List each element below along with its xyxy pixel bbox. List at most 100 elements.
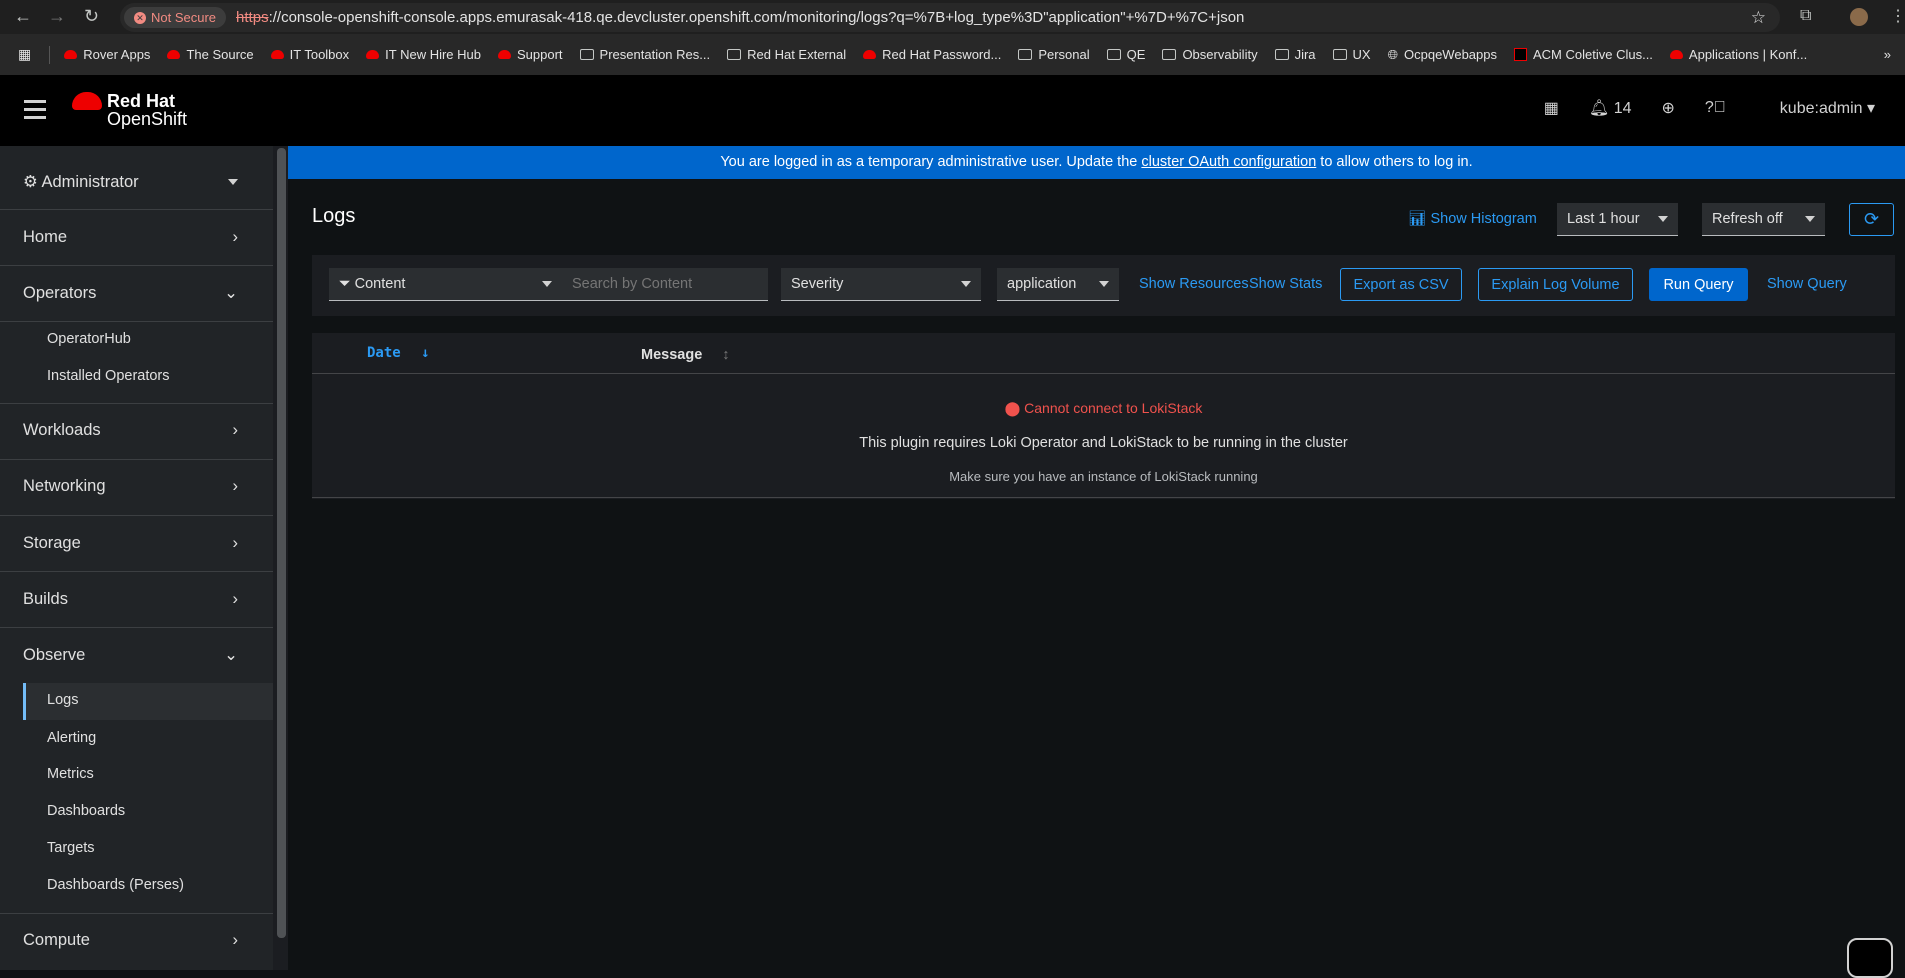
menu-icon[interactable]: ⋮ <box>1890 6 1905 26</box>
reload-icon[interactable]: ↻ <box>84 6 99 27</box>
hamburger-menu-icon[interactable] <box>24 100 46 119</box>
chevron-right-icon: › <box>232 589 239 608</box>
folder-icon <box>727 49 742 60</box>
bookmark[interactable]: Red Hat External <box>727 47 846 63</box>
divider <box>0 515 273 516</box>
filter-attribute-select[interactable]: ⏷ Content <box>329 268 562 301</box>
warning-icon: ✕ <box>134 11 146 24</box>
show-stats-link[interactable]: Show Stats <box>1249 276 1322 292</box>
sidebar-subitem[interactable]: Metrics <box>47 766 94 782</box>
divider <box>0 459 273 460</box>
bookmark[interactable]: Presentation Res... <box>579 47 710 63</box>
folder-icon <box>1106 49 1121 60</box>
divider <box>0 321 273 322</box>
bookmark[interactable]: Observability <box>1162 47 1258 63</box>
sidebar-item-workloads[interactable]: Workloads › <box>0 416 273 444</box>
bookmark[interactable]: IT New Hire Hub <box>366 47 481 63</box>
sidebar-subitem[interactable]: Installed Operators <box>47 368 170 384</box>
sidebar-item-observe[interactable]: Observe ⌄ <box>0 641 273 669</box>
user-menu[interactable]: kube:admin ▾ <box>1780 98 1875 118</box>
sidebar-item-home[interactable]: Home › <box>0 223 273 251</box>
bookmark[interactable]: 🌐︎ OcpqeWebapps <box>1388 47 1497 63</box>
openshift-logo[interactable]: Red Hat OpenShift <box>107 92 187 130</box>
bookmark[interactable]: Red Hat Password... <box>863 47 1001 63</box>
tenant-select[interactable]: application <box>997 268 1119 301</box>
redhat-icon <box>1669 50 1683 59</box>
severity-select[interactable]: Severity <box>781 268 981 301</box>
filter-icon: ⏷ <box>339 276 351 292</box>
folder-icon <box>1162 49 1177 60</box>
error-body: This plugin requires Loki Operator and L… <box>859 435 1348 451</box>
star-icon[interactable]: ☆ <box>1751 8 1766 28</box>
bookmark[interactable]: IT Toolbox <box>270 47 349 63</box>
bookmark[interactable]: UX <box>1332 47 1371 63</box>
help-icon[interactable]: ?⃝ <box>1705 99 1726 117</box>
oauth-config-link[interactable]: cluster OAuth configuration <box>1141 154 1316 170</box>
folder-icon <box>1274 49 1289 60</box>
table-header <box>312 333 1895 374</box>
forward-icon[interactable]: → <box>48 6 66 27</box>
sidebar-item-storage[interactable]: Storage › <box>0 529 273 557</box>
run-query-button[interactable]: Run Query <box>1649 268 1748 301</box>
chevron-right-icon: › <box>232 930 239 949</box>
extensions-icon[interactable]: ⧉ <box>1800 7 1811 25</box>
redhat-icon <box>863 50 877 59</box>
folder-icon <box>1018 49 1033 60</box>
folder-icon <box>1332 49 1347 60</box>
sidebar-subitem[interactable]: Alerting <box>47 730 96 746</box>
sidebar-subitem[interactable]: Logs <box>47 692 78 708</box>
lightspeed-chat-button[interactable] <box>1847 938 1893 978</box>
empty-state: ⬤ Cannot connect to LokiStack This plugi… <box>312 374 1895 498</box>
bookmark[interactable]: Personal <box>1018 47 1090 63</box>
show-resources-link[interactable]: Show Resources <box>1139 276 1249 292</box>
sidebar-item-compute[interactable]: Compute › <box>0 926 273 954</box>
url-text[interactable]: https://console-openshift-console.apps.e… <box>236 9 1244 26</box>
sidebar-subitem[interactable]: Dashboards (Perses) <box>47 877 184 893</box>
export-csv-button[interactable]: Export as CSV <box>1340 268 1462 301</box>
show-query-link[interactable]: Show Query <box>1767 276 1847 292</box>
show-histogram-link[interactable]: 📊︎ Show Histogram <box>1408 210 1537 227</box>
sidebar-item-builds[interactable]: Builds › <box>0 585 273 613</box>
date-column-header[interactable]: Date ↓ <box>367 345 430 361</box>
profile-avatar[interactable] <box>1850 8 1868 26</box>
sidebar-item-networking[interactable]: Networking › <box>0 472 273 500</box>
caret-down-icon <box>1658 216 1668 222</box>
sort-icon: ↕ <box>722 347 730 363</box>
sidebar-scrollbar[interactable] <box>277 148 286 938</box>
app-icon <box>1514 48 1527 61</box>
perspective-switcher[interactable]: ⚙ Administrator <box>0 165 273 199</box>
notifications-button[interactable]: 🔔︎ 14 <box>1589 98 1632 118</box>
sidebar-subitem[interactable]: OperatorHub <box>47 331 131 347</box>
redhat-icon <box>64 50 78 59</box>
sidebar-subitem[interactable]: Targets <box>47 840 95 856</box>
sidebar-item-operators[interactable]: Operators ⌄ <box>0 279 273 307</box>
more-bookmarks-icon[interactable]: » <box>1884 47 1891 62</box>
message-column-header[interactable]: Message ↕ <box>641 347 730 363</box>
apps-grid-icon[interactable]: ▦ <box>18 46 31 63</box>
add-icon[interactable]: ⊕ <box>1661 98 1674 118</box>
globe-icon: 🌐︎ <box>1387 46 1398 62</box>
divider <box>0 627 273 628</box>
chevron-down-icon: ⌄ <box>224 284 238 302</box>
refresh-button[interactable]: ⟳ <box>1849 203 1894 236</box>
bookmark[interactable]: ACM Coletive Clus... <box>1514 47 1653 63</box>
explain-log-volume-button[interactable]: Explain Log Volume <box>1478 268 1633 301</box>
bookmark[interactable]: Applications | Konf... <box>1669 47 1807 63</box>
not-secure-badge[interactable]: ✕ Not Secure <box>124 7 227 28</box>
refresh-interval-select[interactable]: Refresh off <box>1702 203 1825 236</box>
back-icon[interactable]: ← <box>14 6 32 27</box>
app-launcher-icon[interactable]: ▦ <box>1544 98 1559 118</box>
bookmark[interactable]: Rover Apps <box>64 47 150 63</box>
search-input[interactable] <box>562 268 768 301</box>
bookmark[interactable]: Jira <box>1274 47 1316 63</box>
divider <box>0 403 273 404</box>
chevron-right-icon: › <box>232 476 239 495</box>
time-range-select[interactable]: Last 1 hour <box>1557 203 1678 236</box>
sidebar-subitem[interactable]: Dashboards <box>47 803 125 819</box>
bookmark[interactable]: The Source <box>167 47 254 63</box>
bookmark[interactable]: QE <box>1106 47 1145 63</box>
redhat-icon <box>498 50 511 59</box>
bookmark[interactable]: Support <box>498 47 563 63</box>
address-bar[interactable]: ✕ Not Secure https://console-openshift-co… <box>120 3 1780 32</box>
page-title: Logs <box>312 205 356 227</box>
